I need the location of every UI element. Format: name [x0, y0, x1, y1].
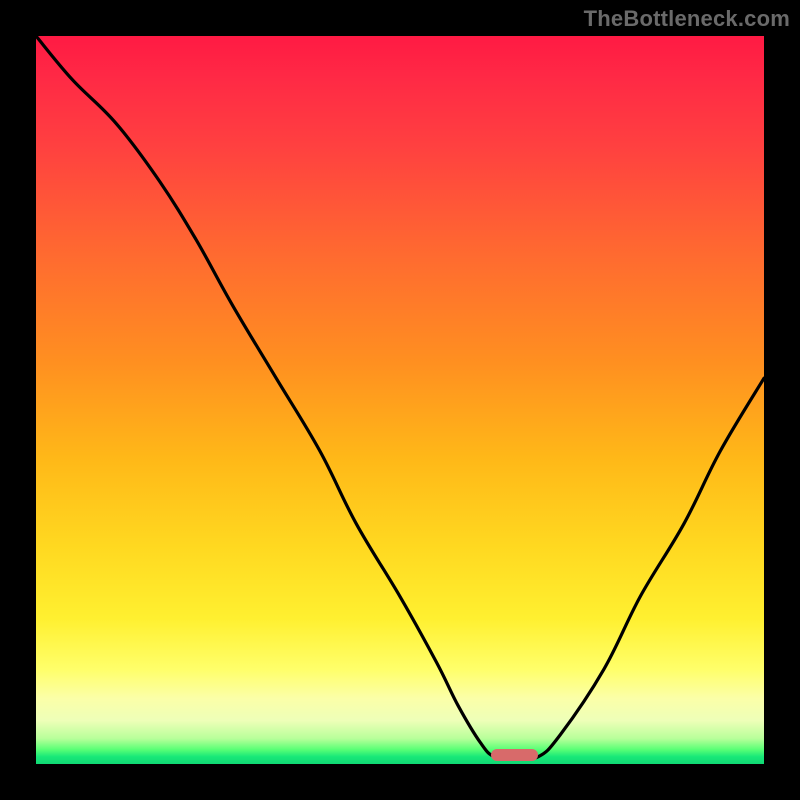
- bottleneck-curve: [36, 36, 764, 764]
- sweet-spot-marker: [491, 749, 538, 761]
- watermark-text: TheBottleneck.com: [584, 6, 790, 32]
- plot-area: [36, 36, 764, 764]
- chart-frame: TheBottleneck.com: [0, 0, 800, 800]
